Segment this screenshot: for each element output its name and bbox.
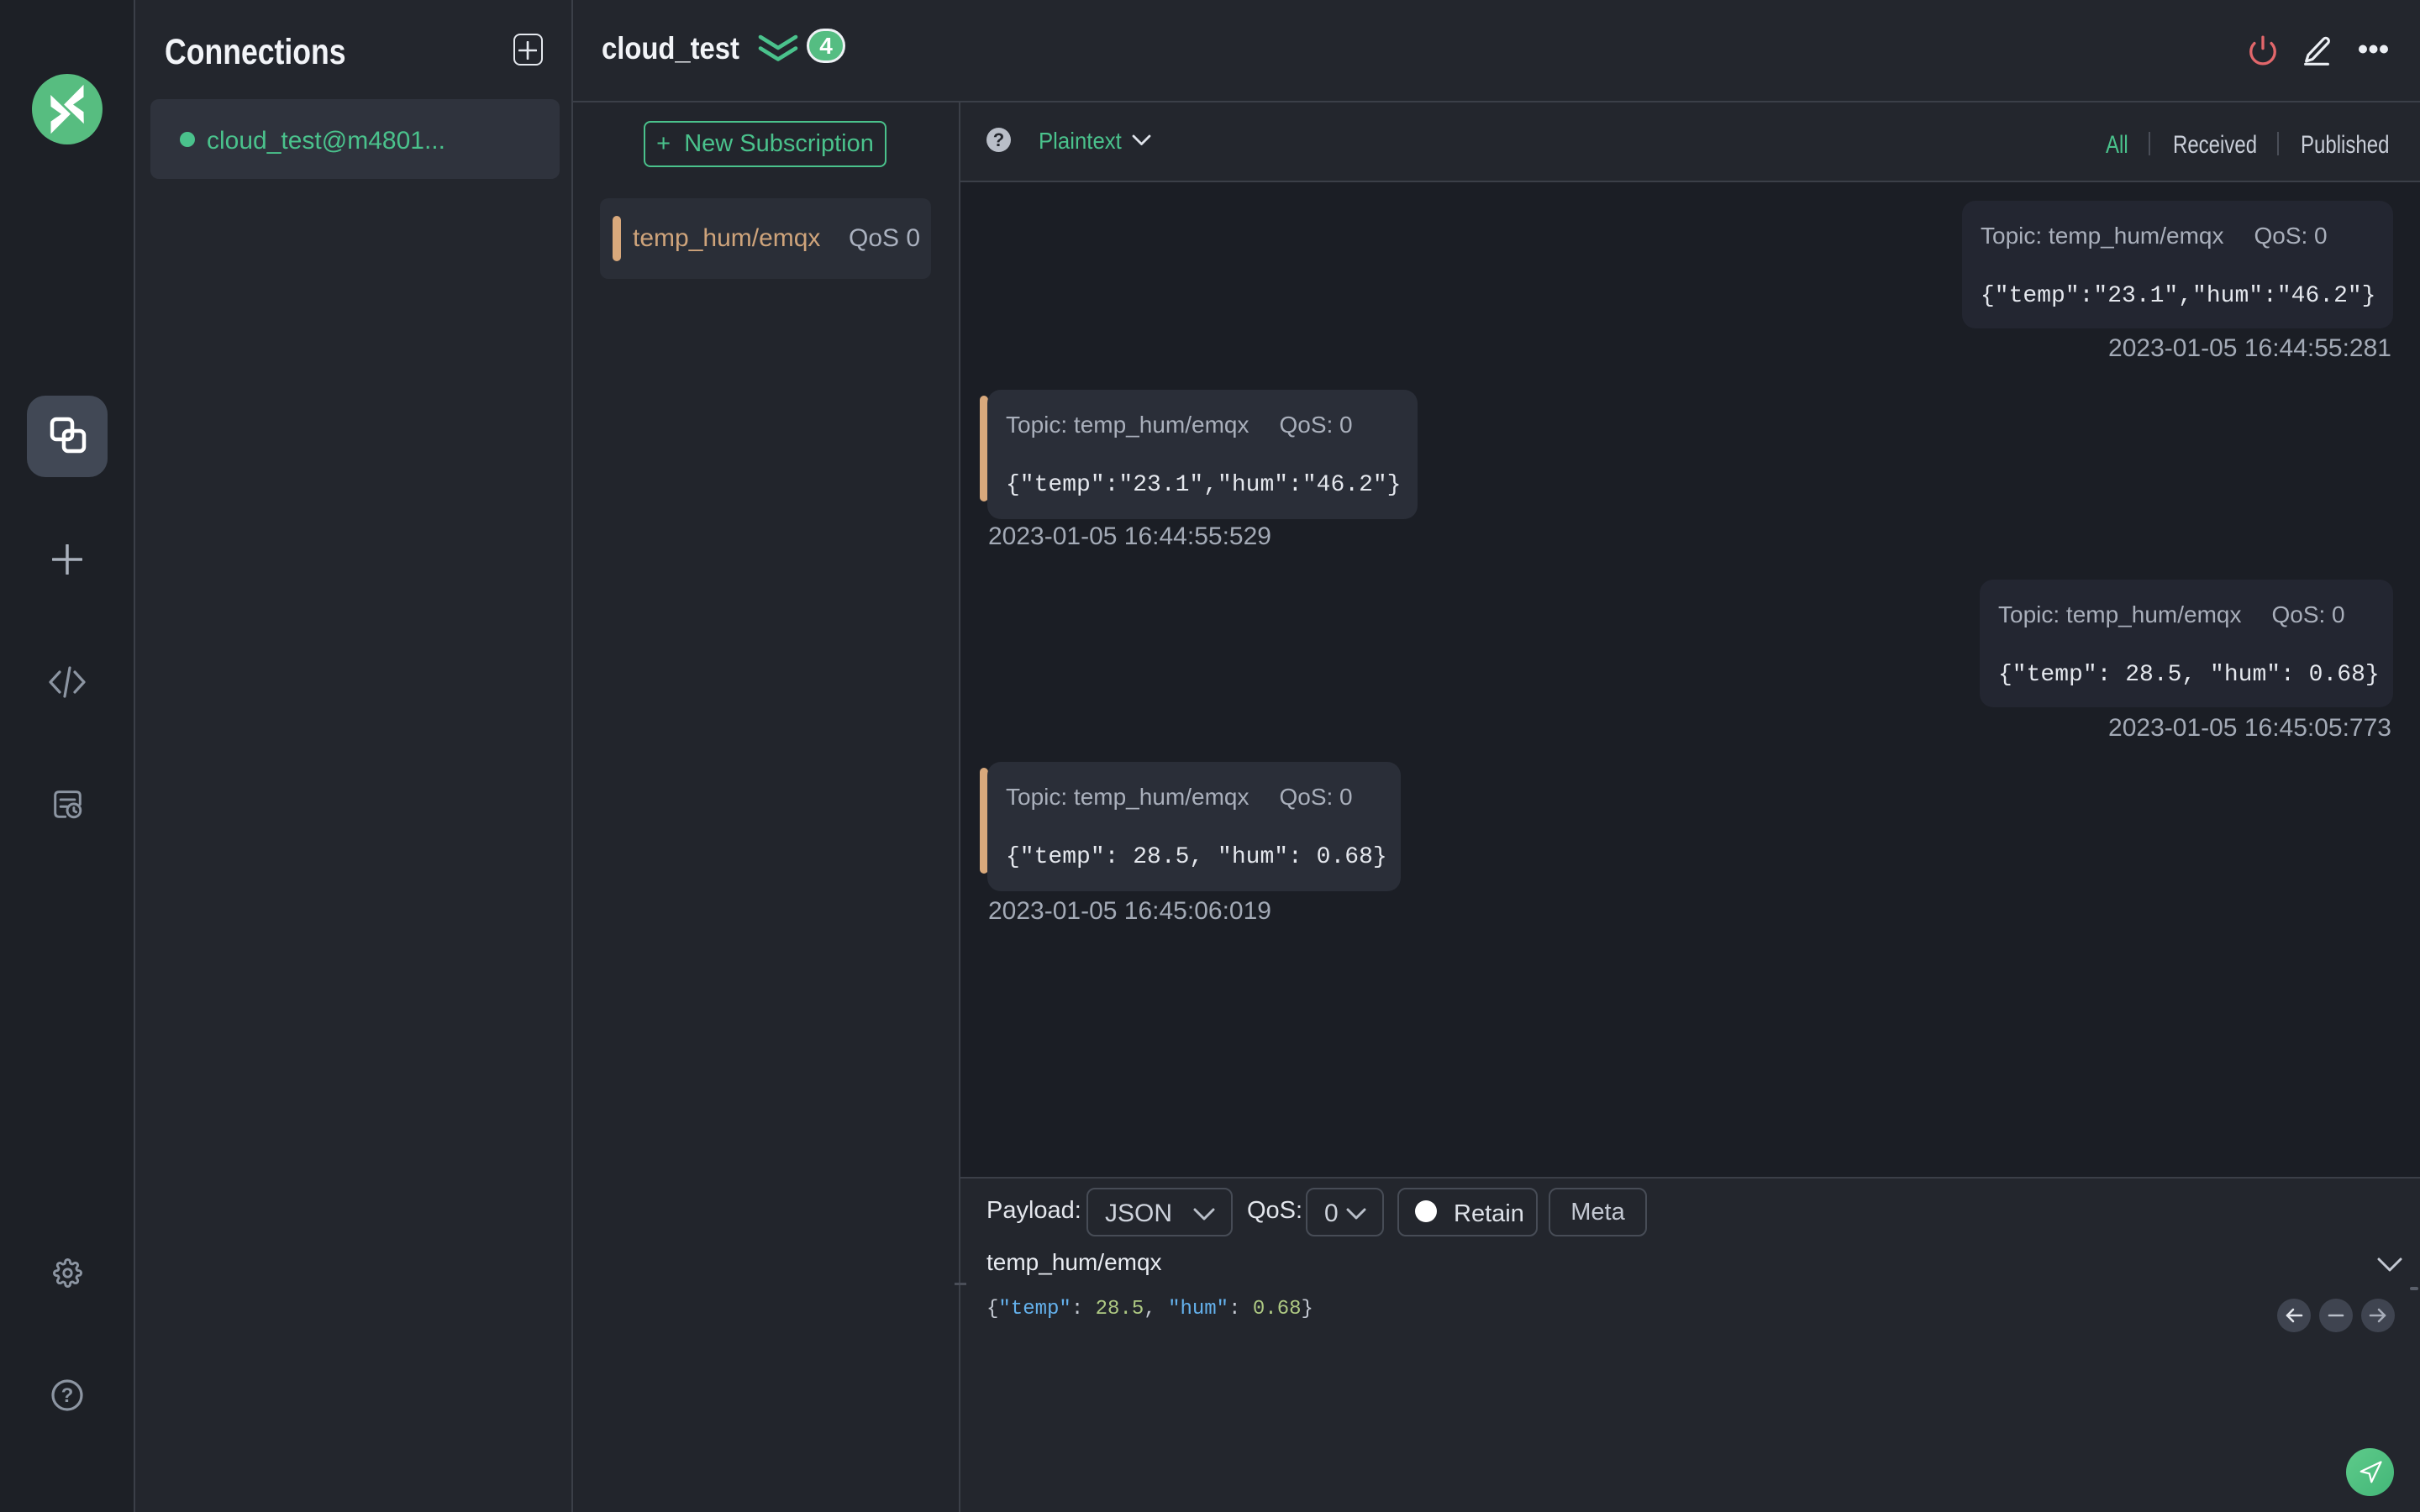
- svg-text:?: ?: [61, 1384, 74, 1407]
